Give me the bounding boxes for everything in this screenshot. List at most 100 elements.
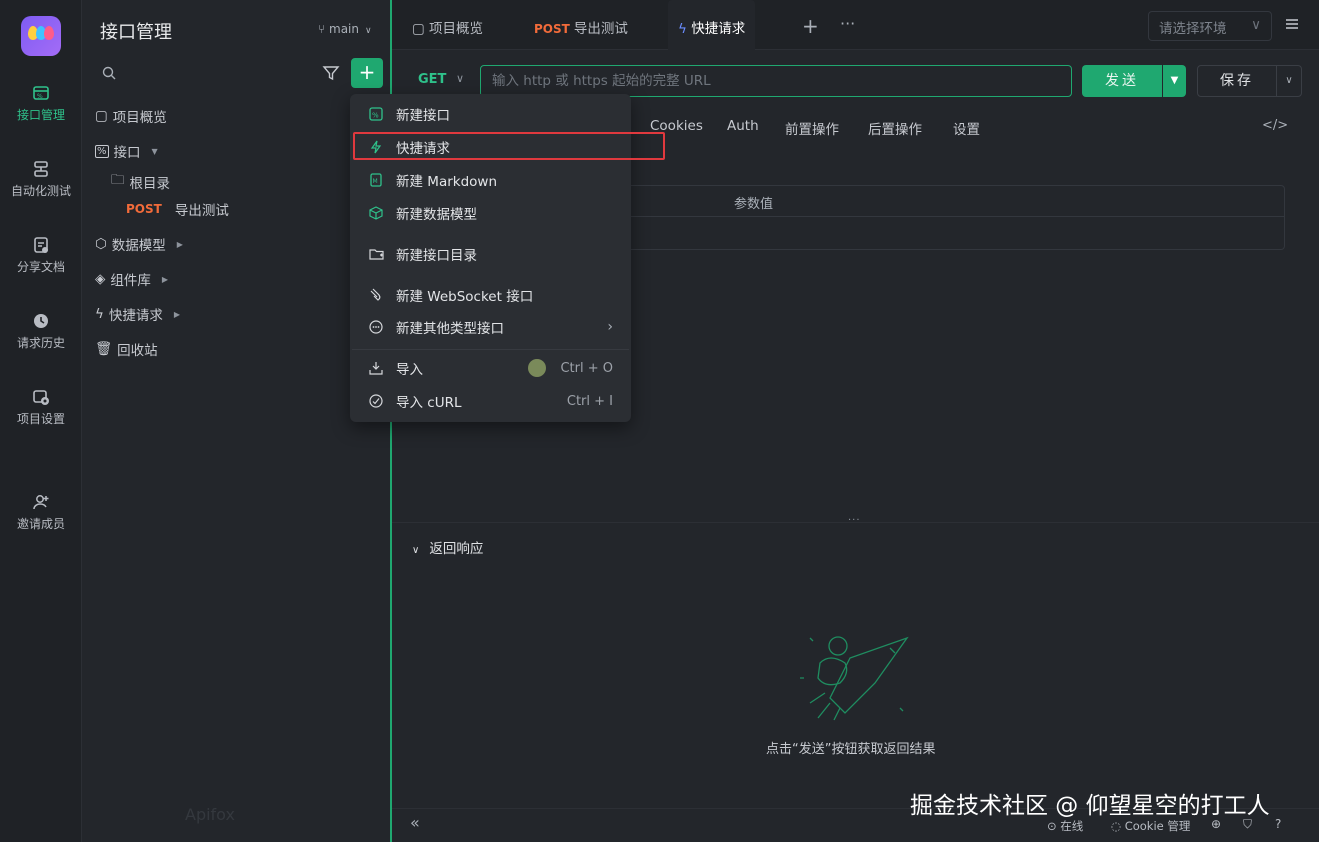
menu-item-new-api[interactable]: % 新建接口 (352, 100, 629, 128)
tree-item-trash[interactable]: 🗑 回收站 (95, 339, 158, 359)
shirt-icon[interactable]: ⛉ (1243, 817, 1252, 832)
code-icon[interactable]: </> (1262, 118, 1288, 133)
watermark-text: 掘金技术社区 @ 仰望星空的打工人 (910, 793, 1270, 819)
rail-label: 请求历史 (16, 336, 65, 350)
tab-label: 导出测试 (573, 21, 628, 37)
folder-add-icon (368, 246, 384, 262)
tab-post-export[interactable]: POST 导出测试 (534, 0, 628, 50)
tab-settings[interactable]: 设置 (953, 118, 980, 138)
lightning-icon: ϟ (95, 306, 104, 322)
menu-item-new-markdown[interactable]: M 新建 Markdown (352, 166, 629, 194)
websocket-icon (368, 287, 384, 303)
cookie-manager[interactable]: ◌ Cookie 管理 (1111, 818, 1190, 834)
folder-icon: 🗀 (111, 172, 125, 188)
save-options-chevron-icon[interactable]: ∨ (1276, 65, 1302, 97)
tree-item-quick-request[interactable]: ϟ 快捷请求 ▶ (95, 304, 180, 324)
column-header-value: 参数值 (734, 197, 774, 212)
menu-item-new-api-folder[interactable]: 新建接口目录 (352, 240, 629, 268)
menu-item-label: 新建 WebSocket 接口 (396, 289, 534, 305)
shortcut-hint: Ctrl + I (566, 393, 613, 409)
menu-item-label: 新建接口 (396, 108, 450, 124)
tree-item-post-export[interactable]: POST 导出测试 (126, 199, 229, 219)
cookie-label: Cookie 管理 (1124, 819, 1191, 833)
menu-item-new-websocket[interactable]: 新建 WebSocket 接口 (352, 281, 629, 309)
palette-badge-icon (528, 359, 546, 377)
tab-quick-request[interactable]: ϟ 快捷请求 (668, 0, 756, 50)
tree-item-label: 快捷请求 (108, 308, 163, 324)
branch-name: main (329, 22, 359, 36)
cookie-icon: ◌ (1111, 819, 1125, 833)
rail-item-share-doc[interactable]: 分享文档 (0, 236, 82, 275)
tab-auth[interactable]: Auth (727, 118, 759, 134)
chevron-down-icon: ∨ (412, 545, 420, 556)
tree-item-label: 导出测试 (174, 203, 229, 219)
online-status[interactable]: ⊙ 在线 (1047, 818, 1083, 834)
markdown-icon: M (368, 172, 384, 188)
more-circle-icon (368, 319, 384, 335)
tree-item-components[interactable]: ◈ 组件库 ▶ (95, 269, 168, 289)
add-button[interactable]: + (351, 58, 383, 88)
response-section-toggle[interactable]: ∨ 返回响应 (412, 537, 483, 557)
upgrade-icon[interactable]: ⊕ (1211, 817, 1221, 831)
lightning-icon: ϟ (678, 21, 692, 37)
method-select[interactable]: GET (418, 72, 446, 87)
curl-icon (368, 393, 384, 409)
method-badge: POST (126, 202, 162, 216)
menu-item-label: 导入 (396, 362, 423, 378)
collapse-sidebar-icon[interactable]: « (410, 813, 420, 832)
rail-item-project-settings[interactable]: 项目设置 (0, 388, 82, 427)
svg-text:M: M (373, 178, 378, 185)
api-icon: % (95, 144, 109, 158)
chevron-down-icon: ∨ (365, 26, 372, 36)
tree-item-overview[interactable]: ▢ 项目概览 (95, 106, 167, 126)
rocket-illustration-icon (800, 636, 909, 721)
branch-icon: ⑂ (318, 22, 330, 36)
menu-item-other-api-types[interactable]: 新建其他类型接口 › (352, 313, 629, 341)
invite-member-icon (33, 495, 49, 510)
layers-icon: ◈ (95, 271, 106, 287)
drag-handle-icon[interactable]: ··· (848, 515, 861, 526)
api-icon: % (33, 86, 49, 100)
chevron-down-icon[interactable]: ∨ (456, 72, 464, 85)
help-icon[interactable]: ? (1275, 817, 1281, 831)
automation-icon (34, 161, 48, 177)
rail-item-api-management[interactable]: % 接口管理 (0, 84, 82, 123)
rail-label: 邀请成员 (16, 517, 65, 531)
tree-item-label: 组件库 (110, 273, 151, 289)
rail-item-automation[interactable]: 自动化测试 (0, 160, 82, 199)
tree-item-data-models[interactable]: ⬡ 数据模型 ▶ (95, 234, 183, 254)
rail-label: 自动化测试 (10, 184, 71, 198)
menu-item-label: 新建接口目录 (396, 248, 477, 264)
tab-pre-request[interactable]: 前置操作 (785, 118, 839, 138)
tree-item-label: 接口 (113, 145, 141, 161)
send-button[interactable]: 发送 (1082, 65, 1162, 97)
menu-item-import-curl[interactable]: 导入 cURL Ctrl + I (352, 387, 629, 415)
new-tab-button[interactable]: + (802, 14, 819, 38)
url-input[interactable] (480, 65, 1072, 97)
save-button[interactable]: 保存 (1197, 65, 1277, 97)
search-icon[interactable] (102, 66, 116, 80)
branch-selector[interactable]: ⑂ main ∨ (318, 22, 372, 36)
app-logo[interactable] (21, 16, 61, 56)
menu-item-import[interactable]: 导入 Ctrl + O (352, 354, 629, 382)
more-tabs-button[interactable]: ··· (840, 14, 855, 33)
rail-item-invite-member[interactable]: 邀请成员 (0, 493, 82, 532)
left-rail: % 接口管理 自动化测试 分享文档 请求历史 项目设置 邀请成员 (0, 0, 82, 842)
menu-divider (352, 349, 629, 350)
environment-select[interactable]: 请选择环境 ∨ (1148, 11, 1272, 41)
hamburger-menu-icon[interactable] (1282, 13, 1302, 35)
menu-item-new-data-model[interactable]: 新建数据模型 (352, 199, 629, 227)
tree-item-root-folder[interactable]: 🗀 根目录 (111, 170, 170, 193)
send-options-chevron-icon[interactable]: ▼ (1163, 65, 1186, 97)
tree-item-apis[interactable]: % 接口 ▼ (95, 141, 158, 161)
filter-icon[interactable] (322, 64, 340, 82)
response-title: 返回响应 (429, 541, 484, 557)
caret-down-icon: ▼ (151, 146, 158, 156)
response-empty-hint: 点击“发送”按钮获取返回结果 (766, 742, 936, 757)
menu-item-label: 新建数据模型 (396, 207, 477, 223)
params-table-header (626, 185, 1285, 217)
tab-post-request[interactable]: 后置操作 (868, 118, 922, 138)
rail-item-history[interactable]: 请求历史 (0, 312, 82, 351)
tab-overview[interactable]: ▢ 项目概览 (412, 0, 483, 50)
import-icon (368, 360, 384, 376)
